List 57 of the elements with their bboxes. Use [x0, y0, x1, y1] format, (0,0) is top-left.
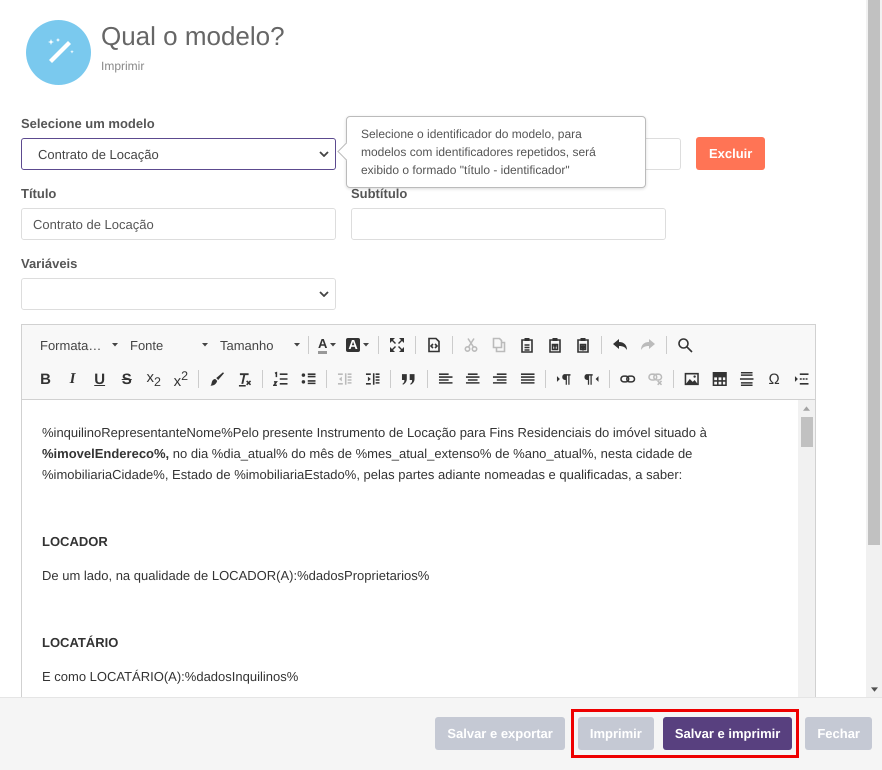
section-heading: LOCATÁRIO — [42, 634, 120, 652]
italic-button[interactable]: I — [59, 367, 86, 391]
search-icon[interactable] — [676, 337, 693, 353]
caret-icon — [202, 343, 208, 347]
field-label: Subtítulo — [351, 186, 408, 202]
paragraph: %inquilinoRepresentanteNome%Pelo presente Instrumento de Locação para Fins Residenciais do imóvel situado à %imovelEndereco%, no dia %dia_atual% do mês de %mes_atual_extenso% de %ano_atual%, nesta cidade de %imobiliariaCidade%, Estado de %imobiliariaEstado%, pelas partes adiante nomeadas e qualificadas, a saber: — [42, 424, 708, 484]
dropdown[interactable]: Tamanho — [212, 338, 304, 352]
bold-button[interactable]: B — [32, 367, 60, 391]
quote-icon[interactable] — [401, 371, 417, 387]
caret-icon — [112, 343, 118, 347]
horizontal-line-icon[interactable] — [739, 371, 755, 387]
superscript-button[interactable]: x$^{2}$ — [167, 367, 194, 391]
scrollbar[interactable] — [798, 400, 815, 697]
paragraph-icon[interactable] — [584, 371, 600, 387]
background-color-button[interactable]: A — [341, 338, 374, 352]
subscript-button[interactable]: x$_{2}$ — [140, 367, 168, 391]
scroll-down-icon[interactable] — [870, 687, 878, 692]
field-label: Selecione um modelo — [21, 116, 156, 132]
page-title: Qual o modelo? — [101, 20, 285, 52]
clear-format-icon[interactable] — [236, 371, 252, 387]
model-select[interactable]: Contrato de Locação — [21, 138, 336, 170]
strikethrough-button[interactable]: S — [113, 367, 140, 391]
bullet-list-icon[interactable] — [300, 371, 316, 387]
save-and-print-button[interactable]: Salvar e imprimir — [662, 716, 792, 750]
clipboard-icon[interactable] — [546, 337, 563, 353]
underline-button[interactable]: U — [86, 367, 114, 391]
chevron-down-icon — [319, 291, 329, 297]
image-icon[interactable] — [684, 371, 700, 387]
page-break-icon[interactable] — [794, 371, 810, 387]
document-icon[interactable] — [426, 337, 442, 353]
dropdown[interactable]: Formata… — [32, 338, 122, 352]
scrollbar-thumb[interactable] — [868, 0, 880, 545]
text-color-button[interactable]: A — [313, 336, 342, 354]
paragraph: E como LOCATÁRIO(A):%dadosInquilinos% — [42, 668, 300, 686]
scrollbar-thumb[interactable] — [800, 417, 812, 447]
caret-icon — [330, 343, 336, 347]
section-heading: LOCADOR — [42, 533, 109, 551]
caret-icon — [294, 343, 300, 347]
special-character-button[interactable]: Ω — [760, 367, 788, 391]
scrollbar[interactable] — [866, 0, 882, 697]
field-label: Variáveis — [21, 256, 78, 272]
subtitle-field[interactable] — [351, 208, 666, 240]
caret-icon — [362, 343, 369, 347]
numbered-list-icon[interactable] — [273, 371, 289, 387]
field-label: Título — [21, 186, 58, 202]
expand-icon[interactable] — [388, 337, 405, 353]
chevron-down-icon — [319, 151, 329, 157]
brush-icon[interactable] — [209, 371, 225, 387]
paragraph: De um lado, na qualidade de LOCADOR(A):%dadosProprietarios% — [42, 567, 430, 585]
clipboard-icon[interactable] — [518, 337, 535, 353]
dropdown[interactable]: Fonte — [122, 338, 212, 352]
title-field[interactable]: Contrato de Locação — [21, 208, 336, 240]
indent-icon[interactable] — [364, 371, 380, 387]
paragraph-icon[interactable] — [556, 371, 572, 387]
page-subtitle: Imprimir — [101, 59, 146, 73]
table-icon[interactable] — [712, 371, 728, 387]
clipboard-icon[interactable] — [574, 337, 591, 353]
